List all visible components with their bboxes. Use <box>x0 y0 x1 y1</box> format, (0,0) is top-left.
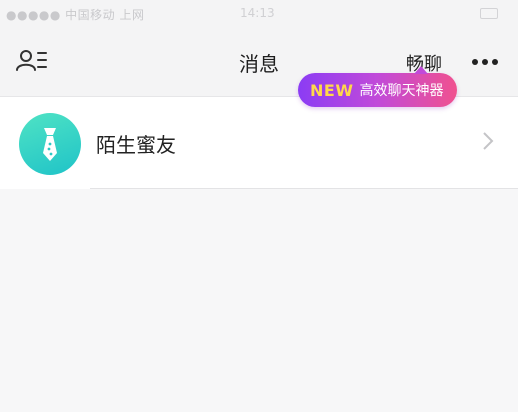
list-item[interactable]: 陌生蜜友 <box>0 97 518 189</box>
status-time: 14:13 <box>240 6 275 20</box>
avatar <box>19 113 81 175</box>
carrier-text: ●●●●● 中国移动 上网 <box>6 8 145 22</box>
new-label: NEW <box>310 80 354 100</box>
list-item-name: 陌生蜜友 <box>96 133 176 157</box>
battery-icon <box>480 8 498 19</box>
new-feature-badge[interactable]: NEW 高效聊天神器 <box>298 66 458 107</box>
message-list: 陌生蜜友 <box>0 97 518 412</box>
status-bar: ●●●●● 中国移动 上网 14:13 <box>0 0 518 26</box>
more-button[interactable] <box>470 54 500 70</box>
chevron-right-icon <box>483 132 494 150</box>
more-dots-icon <box>472 59 498 65</box>
badge-text: 高效聊天神器 <box>359 83 444 99</box>
divider <box>90 188 518 189</box>
messages-screen: ●●●●● 中国移动 上网 14:13 消息 畅聊 NEW 高效聊天神器 陌生蜜… <box>0 0 518 412</box>
tie-icon <box>43 128 57 161</box>
